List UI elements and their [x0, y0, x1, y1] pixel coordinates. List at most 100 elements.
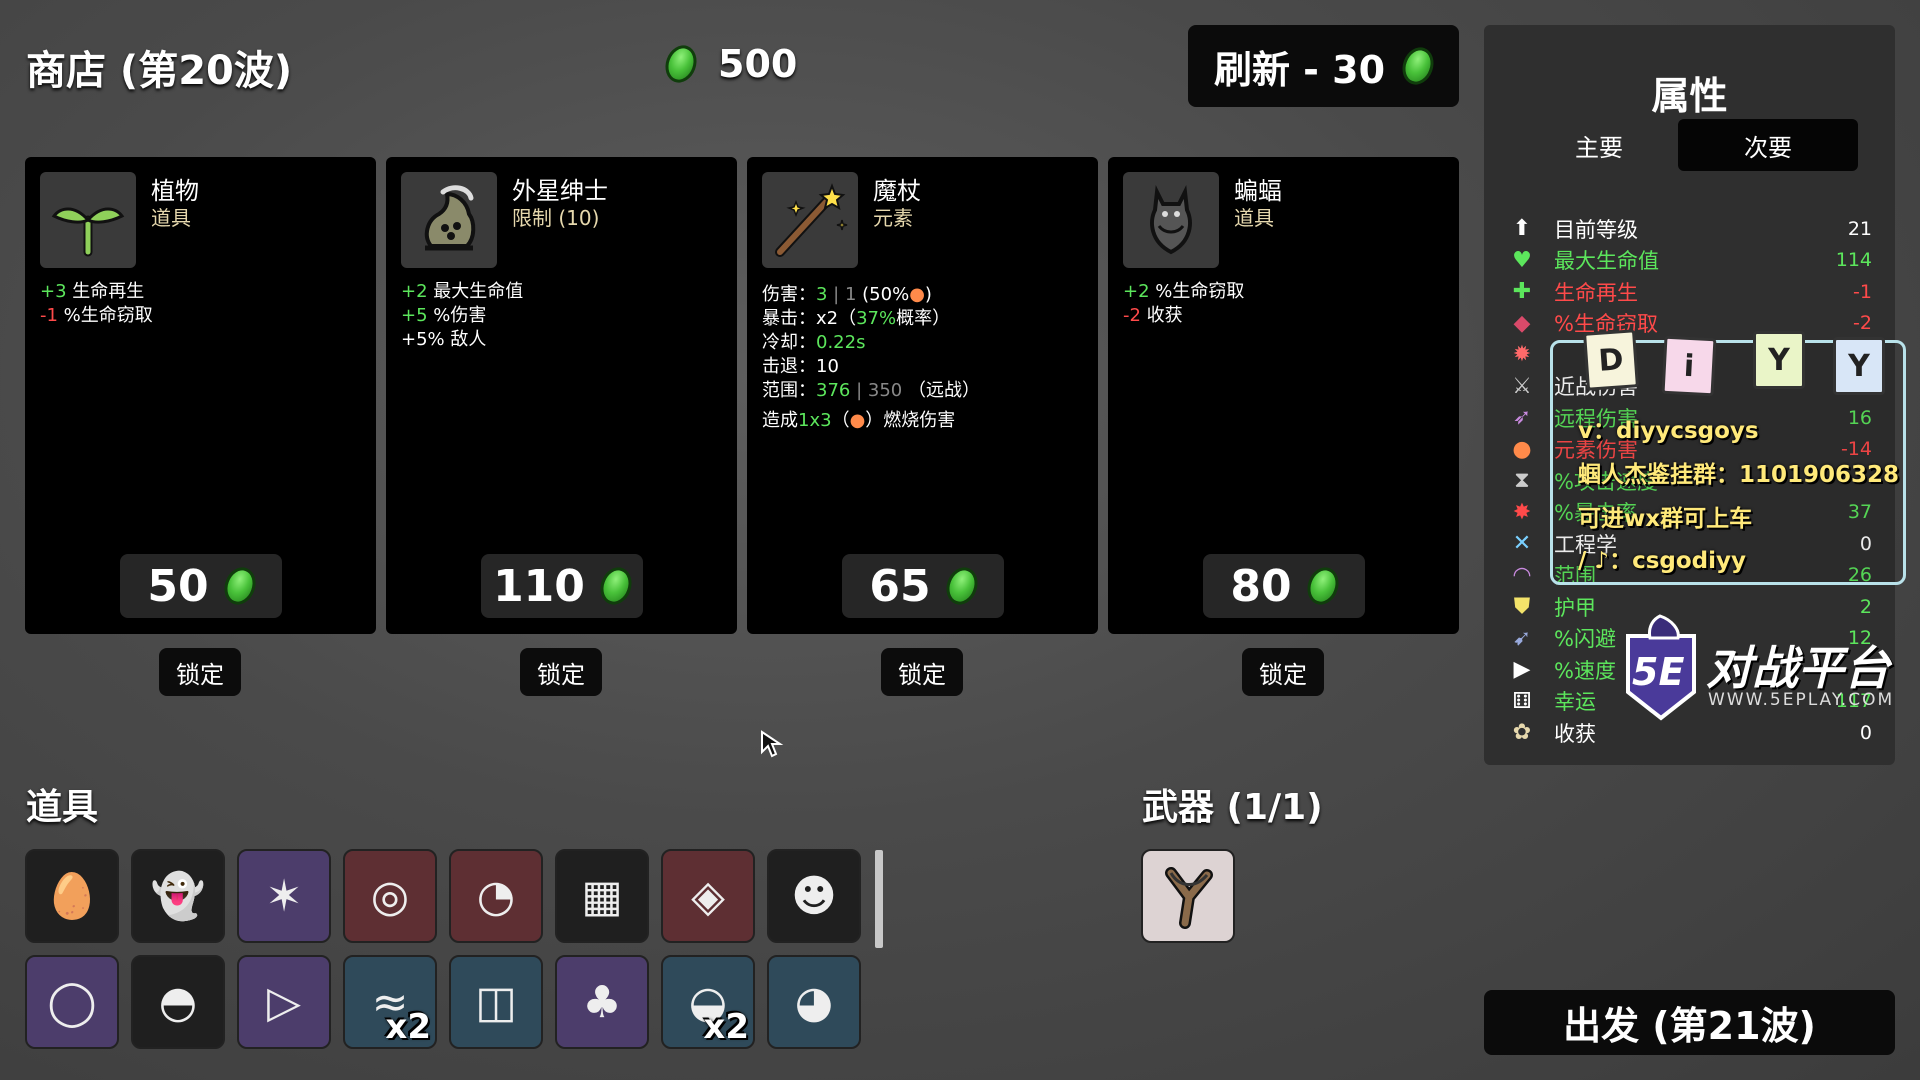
item-slot[interactable]: ◔ — [449, 849, 543, 943]
magic-wand-icon — [762, 172, 858, 268]
engineering-icon: ✕ — [1512, 531, 1532, 556]
stream-overlay: D i Y Y v：diyycsgoys 蝈人杰鉴挂群：1101906328 可… — [1550, 329, 1906, 585]
item-slot[interactable]: 👻 — [131, 849, 225, 943]
item-slot[interactable]: ◕ — [767, 955, 861, 1049]
brand-url: WWW.5EPLAY.COM — [1708, 690, 1895, 710]
stat-row[interactable]: ◆ %生命窃取 -2 — [1508, 308, 1872, 339]
buy-price-button[interactable]: 110 — [481, 554, 643, 618]
card-name: 外星绅士 — [512, 177, 608, 205]
piggy-bank-icon: ◕ — [794, 976, 834, 1028]
slingshot-icon — [1165, 867, 1213, 929]
card-stats: +2 最大生命值 +5 %伤害 +5% 敌人 — [401, 280, 523, 352]
weapon-slot[interactable] — [1141, 849, 1235, 943]
lifesteal-icon: ◆ — [1513, 310, 1531, 336]
damage-icon: ✹ — [1512, 342, 1532, 367]
stat-name: 生命再生 — [1554, 280, 1638, 305]
card-type: 道具 — [151, 206, 191, 230]
luck-icon: ⚅ — [1512, 688, 1532, 714]
items-section-title: 道具 — [26, 787, 99, 828]
stat-effect: 造成1x3（●）燃烧伤害 — [762, 410, 956, 431]
stat-line: -2 收获 — [1123, 305, 1183, 326]
lock-button[interactable]: 锁定 — [1242, 648, 1324, 696]
material-coin-icon — [1302, 563, 1344, 609]
brand-name: 对战平台 — [1706, 641, 1890, 695]
material-coin-icon — [660, 41, 702, 87]
item-slot[interactable]: ◎ — [343, 849, 437, 943]
item-count: x2 — [703, 1007, 749, 1047]
shop-card-plant[interactable]: 植物 道具 +3 生命再生 -1 %生命窃取 50 — [25, 157, 376, 634]
lock-button[interactable]: 锁定 — [520, 648, 602, 696]
item-slot[interactable]: ≈ x2 — [343, 955, 437, 1049]
item-slot[interactable]: ▦ — [555, 849, 649, 943]
material-coin-icon — [1397, 43, 1439, 89]
tab-primary[interactable]: 主要 — [1509, 119, 1689, 171]
overlay-tag: D — [1583, 329, 1639, 391]
stat-line: +5% 敌人 — [401, 329, 487, 350]
card-type: 元素 — [873, 206, 913, 230]
card-name: 植物 — [151, 177, 199, 205]
stat-line: +3 生命再生 — [40, 281, 145, 302]
buy-price-button[interactable]: 50 — [120, 554, 282, 618]
item-slot[interactable]: ◫ — [449, 955, 543, 1049]
item-slot[interactable]: 🥚 — [25, 849, 119, 943]
sprout-icon — [40, 172, 136, 268]
ring-icon: ◯ — [47, 976, 97, 1028]
stat-knockback: 击退：10 — [762, 356, 839, 377]
lock-button[interactable]: 锁定 — [159, 648, 241, 696]
item-slot[interactable]: ♣ — [555, 955, 649, 1049]
stat-value: 2 — [1859, 595, 1872, 618]
clover-icon: ♣ — [582, 976, 622, 1028]
material-coin-icon — [219, 563, 261, 609]
shop-card-alien-gentleman[interactable]: 外星绅士 限制 (10) +2 最大生命值 +5 %伤害 +5% 敌人 110 — [386, 157, 737, 634]
item-slot[interactable]: ◈ — [661, 849, 755, 943]
card-stats: +3 生命再生 -1 %生命窃取 — [40, 280, 153, 328]
red-hoodie-icon: ◈ — [691, 870, 725, 922]
currency-amount: 500 — [718, 42, 798, 86]
armor-icon: ⛊ — [1513, 594, 1531, 619]
buy-price-button[interactable]: 80 — [1203, 554, 1365, 618]
skull-mask-icon: ☻ — [791, 870, 837, 922]
item-slot[interactable]: ✶ — [237, 849, 331, 943]
refresh-button[interactable]: 刷新 - 30 — [1188, 25, 1459, 107]
item-slot[interactable]: ☻ — [767, 849, 861, 943]
items-scrollbar[interactable] — [875, 850, 883, 948]
tab-secondary[interactable]: 次要 — [1678, 119, 1858, 171]
harvest-icon: ✿ — [1512, 720, 1532, 745]
elemental-icon: ● — [1512, 436, 1532, 462]
stat-line: +2 %生命窃取 — [1123, 281, 1245, 302]
elemental-drop-icon: ● — [909, 284, 925, 305]
item-slot[interactable]: ◒ x2 — [661, 955, 755, 1049]
item-slot[interactable]: ◯ — [25, 955, 119, 1049]
stat-row[interactable]: ✚ 生命再生 -1 — [1508, 276, 1872, 307]
triangle-icon: ▷ — [267, 976, 301, 1028]
plaid-shirt-icon: ▦ — [581, 870, 623, 922]
overlay-tag: Y — [1753, 331, 1805, 389]
shop-card-bat[interactable]: 蝙蝠 道具 +2 %生命窃取 -2 收获 80 — [1108, 157, 1459, 634]
stat-row[interactable]: ♥ 最大生命值 114 — [1508, 245, 1872, 276]
glasses-icon: ◫ — [475, 976, 517, 1028]
bat-icon — [1123, 172, 1219, 268]
price-value: 65 — [869, 560, 931, 612]
regen-icon: ✚ — [1512, 279, 1532, 304]
material-coin-icon — [595, 563, 637, 609]
item-slot[interactable]: ◓ — [131, 955, 225, 1049]
stat-row[interactable]: ⬆ 目前等级 21 — [1508, 213, 1872, 244]
item-slot[interactable]: ▷ — [237, 955, 331, 1049]
stat-line: -1 %生命窃取 — [40, 305, 153, 326]
elemental-drop-icon: ● — [849, 410, 866, 431]
5e-logo: 5E — [1620, 612, 1702, 722]
stomach-icon: ◔ — [476, 870, 516, 922]
start-next-wave-button[interactable]: 出发 (第21波) — [1484, 990, 1895, 1055]
shop-card-magic-wand[interactable]: 魔杖 元素 伤害：3 | 1 (50%●) 暴击：x2（37%概率） 冷却：0.… — [747, 157, 1098, 634]
stat-range: 范围：376 | 350 （远战） — [762, 380, 980, 401]
card-name: 蝙蝠 — [1234, 177, 1282, 205]
buy-price-button[interactable]: 65 — [842, 554, 1004, 618]
lock-button[interactable]: 锁定 — [881, 648, 963, 696]
price-value: 50 — [147, 560, 209, 612]
heart-icon: ♥ — [1512, 247, 1532, 273]
stat-value: 0 — [1859, 721, 1872, 744]
overlay-tag: i — [1661, 335, 1717, 397]
overlay-tag: Y — [1833, 337, 1885, 395]
level-icon: ⬆ — [1512, 216, 1532, 241]
card-name: 魔杖 — [873, 177, 921, 205]
